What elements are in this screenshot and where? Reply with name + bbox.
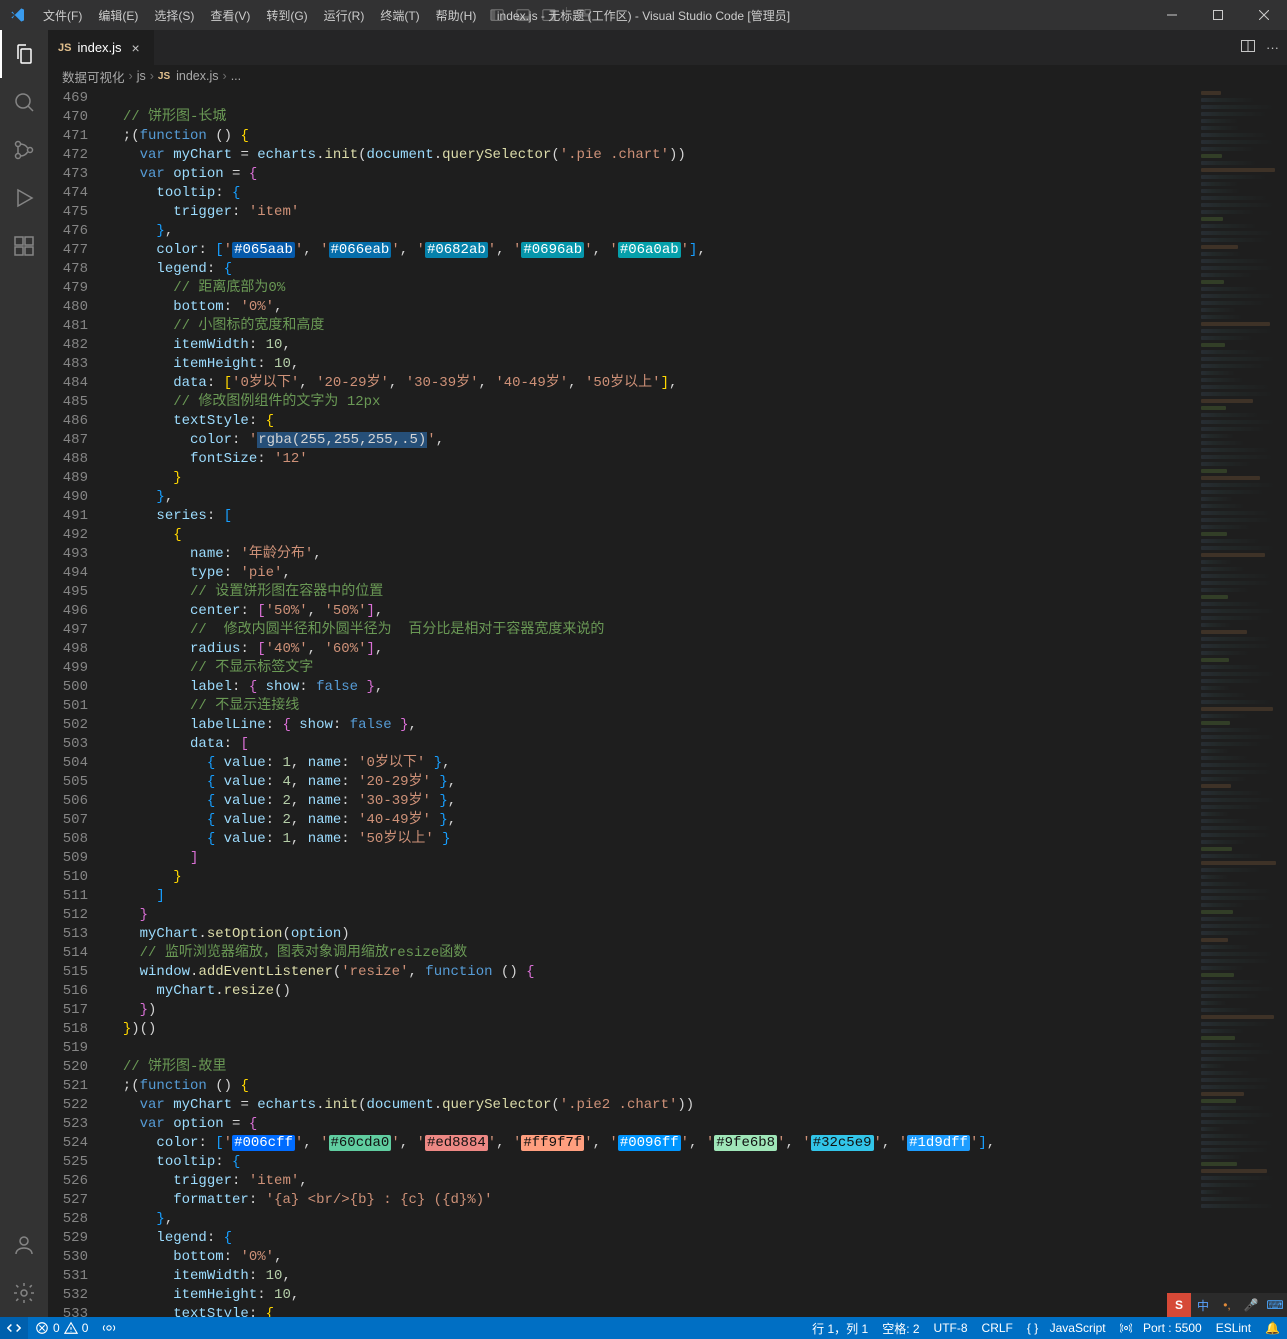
menu-run[interactable]: 运行(R)	[316, 0, 373, 30]
menu-file[interactable]: 文件(F)	[35, 0, 90, 30]
status-indent[interactable]: 空格: 2	[875, 1317, 926, 1339]
maximize-button[interactable]	[1195, 0, 1241, 30]
toggle-panel-left-icon[interactable]	[484, 0, 510, 30]
status-eslint[interactable]: ESLint	[1209, 1317, 1258, 1339]
status-live-server[interactable]: Port : 5500	[1113, 1317, 1209, 1339]
breadcrumb-item[interactable]: index.js	[176, 69, 218, 83]
ime-punctuation-icon[interactable]: •,	[1215, 1293, 1239, 1317]
layout-controls	[484, 0, 601, 30]
activity-search-icon[interactable]	[0, 78, 48, 126]
menu-view[interactable]: 查看(V)	[202, 0, 258, 30]
status-eol[interactable]: CRLF	[975, 1317, 1020, 1339]
window-controls	[1149, 0, 1287, 30]
menu-goto[interactable]: 转到(G)	[258, 0, 315, 30]
ime-toolbar: S 中 •, 🎤 ⌨	[1167, 1293, 1287, 1317]
status-remote-icon[interactable]	[0, 1317, 28, 1339]
activity-source-control-icon[interactable]	[0, 126, 48, 174]
close-button[interactable]	[1241, 0, 1287, 30]
minimap[interactable]	[1196, 87, 1287, 1317]
activity-settings-icon[interactable]	[0, 1269, 48, 1317]
breadcrumb-item[interactable]: 数据可视化	[62, 67, 125, 86]
status-bar: 0 0 行 1，列 1 空格: 2 UTF-8 CRLF { } JavaScr…	[0, 1317, 1287, 1339]
editor-group: JS index.js × ··· 数据可视化 › js › JS index.…	[48, 30, 1287, 1317]
title-bar: 文件(F) 编辑(E) 选择(S) 查看(V) 转到(G) 运行(R) 终端(T…	[0, 0, 1287, 30]
breadcrumb-item[interactable]: ...	[231, 69, 241, 83]
status-encoding[interactable]: UTF-8	[927, 1317, 975, 1339]
tab-close-icon[interactable]: ×	[128, 40, 144, 56]
menu-edit[interactable]: 编辑(E)	[90, 0, 146, 30]
js-file-icon: JS	[158, 71, 170, 82]
menu-terminal[interactable]: 终端(T)	[372, 0, 427, 30]
toggle-panel-bottom-icon[interactable]	[510, 0, 536, 30]
activity-account-icon[interactable]	[0, 1221, 48, 1269]
vscode-logo-icon	[0, 7, 35, 23]
more-actions-icon[interactable]: ···	[1266, 40, 1279, 55]
ime-keyboard-icon[interactable]: ⌨	[1263, 1293, 1287, 1317]
activity-explorer-icon[interactable]	[0, 30, 48, 78]
status-port-forward-icon[interactable]	[95, 1317, 123, 1339]
ime-logo-icon[interactable]: S	[1167, 1293, 1191, 1317]
chevron-right-icon: ›	[223, 69, 227, 83]
menu-select[interactable]: 选择(S)	[146, 0, 202, 30]
code-editor[interactable]: 469 470 471 472 473 474 475 476 477 478 …	[48, 87, 1287, 1317]
breadcrumb-item[interactable]: js	[137, 69, 146, 83]
breadcrumbs[interactable]: 数据可视化 › js › JS index.js › ...	[48, 65, 1287, 87]
chevron-right-icon: ›	[129, 69, 133, 83]
menu-bar: 文件(F) 编辑(E) 选择(S) 查看(V) 转到(G) 运行(R) 终端(T…	[35, 0, 484, 30]
chevron-right-icon: ›	[150, 69, 154, 83]
status-language[interactable]: { } JavaScript	[1020, 1317, 1113, 1339]
menu-help[interactable]: 帮助(H)	[428, 0, 485, 30]
js-file-icon: JS	[58, 42, 71, 54]
customize-layout-icon[interactable]	[571, 0, 597, 30]
activity-extensions-icon[interactable]	[0, 222, 48, 270]
minimize-button[interactable]	[1149, 0, 1195, 30]
editor-tabs: JS index.js × ···	[48, 30, 1287, 65]
line-number-gutter: 469 470 471 472 473 474 475 476 477 478 …	[48, 87, 106, 1317]
status-problems[interactable]: 0 0	[28, 1317, 95, 1339]
status-line-col[interactable]: 行 1，列 1	[805, 1317, 875, 1339]
code-content[interactable]: // 饼形图-长城 ;(function () { var myChart = …	[106, 87, 1196, 1317]
ime-language[interactable]: 中	[1191, 1293, 1215, 1317]
tab-label: index.js	[77, 40, 121, 55]
toggle-panel-right-icon[interactable]	[536, 0, 562, 30]
tab-index-js[interactable]: JS index.js ×	[48, 30, 155, 65]
status-notifications-icon[interactable]: 🔔	[1258, 1317, 1287, 1339]
activity-run-debug-icon[interactable]	[0, 174, 48, 222]
activity-bar	[0, 30, 48, 1317]
ime-voice-icon[interactable]: 🎤	[1239, 1293, 1263, 1317]
split-editor-icon[interactable]	[1240, 38, 1256, 57]
